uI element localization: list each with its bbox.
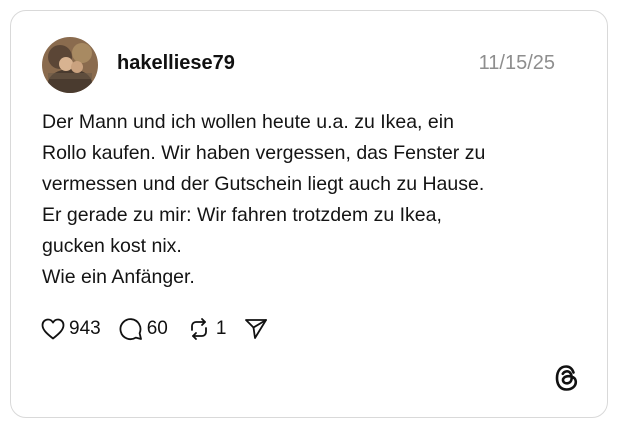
- heart-icon: [41, 318, 65, 340]
- post-text-line: gucken kost nix.: [42, 235, 182, 257]
- threads-logo-icon: [554, 364, 580, 392]
- like-count: 943: [69, 318, 101, 339]
- post-text-line: Rollo kaufen. Wir haben vergessen, das F…: [42, 142, 486, 164]
- post-text-line: Wie ein Anfänger.: [42, 266, 195, 288]
- comment-bubble-icon: [119, 317, 143, 341]
- avatar[interactable]: [42, 37, 98, 93]
- repost-count: 1: [215, 318, 227, 339]
- like-button[interactable]: 943: [41, 317, 101, 341]
- share-button[interactable]: [244, 318, 268, 340]
- action-bar: 943 60 1: [41, 315, 286, 343]
- post-timestamp: 11/15/25: [478, 52, 555, 74]
- send-icon: [244, 318, 268, 340]
- username[interactable]: hakelliese79: [117, 51, 235, 75]
- repost-icon: [186, 317, 212, 341]
- reply-count: 60: [146, 318, 168, 339]
- reply-button[interactable]: 60: [119, 317, 168, 341]
- post-text-line: vermessen und der Gutschein liegt auch z…: [42, 173, 485, 195]
- post-card: hakelliese79 11/15/25 Der Mann und ich w…: [10, 10, 608, 418]
- post-text-line: Der Mann und ich wollen heute u.a. zu Ik…: [42, 111, 454, 133]
- post-text-line: Er gerade zu mir: Wir fahren trotzdem zu…: [42, 204, 442, 226]
- repost-button[interactable]: 1: [186, 317, 227, 341]
- post-text: Der Mann und ich wollen heute u.a. zu Ik…: [42, 107, 582, 293]
